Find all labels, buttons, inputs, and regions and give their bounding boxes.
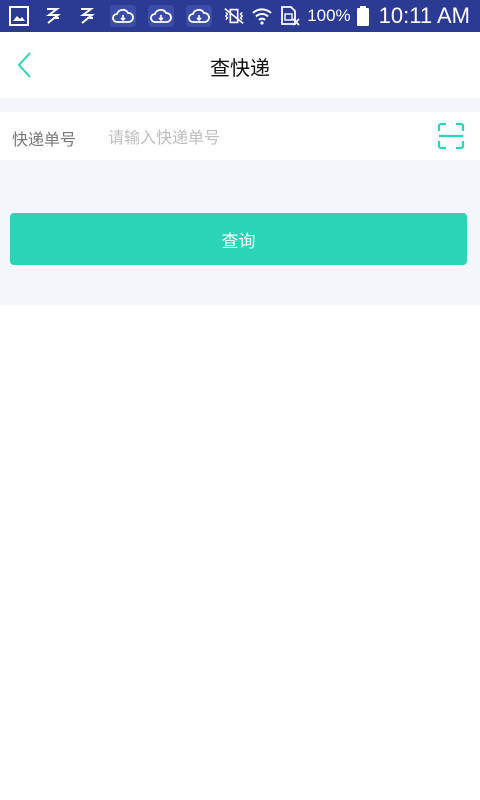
- status-left-icons: [8, 0, 212, 32]
- scan-button[interactable]: [437, 122, 465, 150]
- app-notification-icon: [76, 5, 98, 27]
- battery-icon: [356, 6, 369, 26]
- scan-icon: [437, 122, 465, 150]
- tracking-number-input[interactable]: [106, 122, 410, 152]
- app-header: 查快递: [0, 32, 480, 98]
- tracking-number-row: 快递单号: [0, 112, 480, 160]
- vibrate-mute-icon: [223, 5, 245, 27]
- cloud-download-icon: [186, 5, 212, 27]
- no-sim-icon: [279, 5, 301, 27]
- clock: 10:11 AM: [378, 3, 470, 28]
- gallery-icon: [8, 5, 30, 27]
- status-right-icons: 100% 10:11 AM: [223, 0, 470, 32]
- status-bar: 100% 10:11 AM: [0, 0, 480, 32]
- app-notification-icon: [42, 5, 64, 27]
- cloud-download-icon: [148, 5, 174, 27]
- query-button[interactable]: 查询: [10, 213, 467, 265]
- battery-percent: 100%: [307, 6, 351, 25]
- page-title: 查快递: [210, 56, 270, 80]
- tracking-number-label: 快递单号: [12, 130, 77, 149]
- cloud-download-icon: [110, 5, 136, 27]
- wifi-icon: [251, 5, 273, 27]
